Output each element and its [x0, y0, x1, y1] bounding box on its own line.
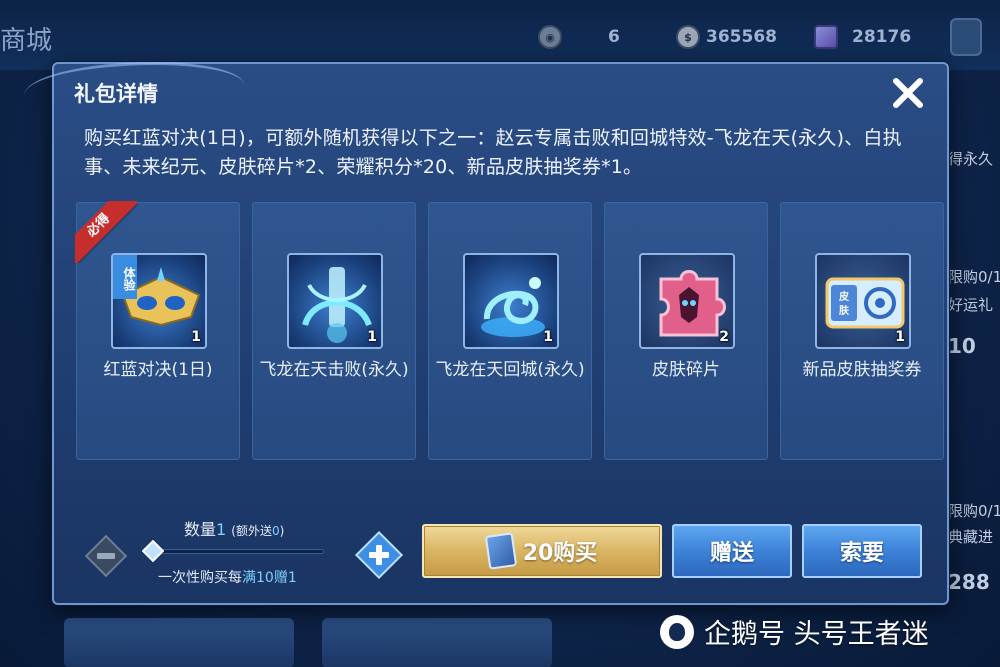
currency-diamond: 28176 — [814, 24, 911, 50]
reward-quantity: 1 — [367, 329, 377, 345]
gold-coin-icon: $ — [676, 25, 700, 49]
reward-quantity: 1 — [191, 329, 201, 345]
card-shortcut-button[interactable] — [950, 18, 982, 56]
buy-button[interactable]: 20购买 — [422, 524, 662, 578]
currency-token: ◉ 6 — [538, 24, 620, 50]
reward-quantity: 1 — [543, 329, 553, 345]
trial-tag: 体验 — [113, 255, 137, 299]
reward-list: 必得 体验 1 红蓝对决(1日) 1 飞龙在天击败(永久) 1 飞龙在天回城(永… — [75, 201, 944, 460]
watermark: 企鹅号 头号王者迷 — [660, 612, 929, 651]
reward-icon-frame: 1 — [287, 253, 383, 349]
reward-icon-frame: 1 — [463, 253, 559, 349]
buy-button-label: 20购买 — [522, 541, 598, 566]
reward-tile[interactable]: 皮 肤 1 新品皮肤抽奖券 — [780, 202, 944, 460]
currency-token-value: 6 — [608, 27, 620, 47]
store-title: 商城 — [0, 26, 53, 56]
currency-diamond-value: 28176 — [852, 27, 912, 47]
right-fragment: 得永久 — [948, 150, 994, 168]
extra-gift-note: (额外送0) — [231, 524, 285, 538]
svg-text:肤: 肤 — [839, 304, 850, 317]
reward-name: 飞龙在天回城(永久) — [435, 360, 585, 380]
currency-gold-value: 365568 — [706, 27, 777, 47]
reward-quantity: 2 — [719, 329, 729, 345]
quantity-slider-thumb[interactable] — [141, 539, 165, 563]
gift-button[interactable]: 赠送 — [672, 524, 792, 578]
close-icon — [893, 78, 923, 108]
right-fragment: 10 — [948, 334, 976, 358]
right-fragment: 限购0/1 — [948, 268, 1000, 286]
svg-text:皮: 皮 — [838, 290, 849, 303]
reward-name: 飞龙在天击败(永久) — [259, 360, 409, 380]
watermark-text: 企鹅号 头号王者迷 — [704, 619, 929, 650]
penguin-icon — [660, 614, 694, 649]
plus-icon — [354, 530, 404, 580]
background-store-tile[interactable] — [322, 618, 552, 667]
reward-name: 皮肤碎片 — [652, 360, 720, 380]
token-icon: ◉ — [538, 25, 562, 49]
reward-icon-frame: 皮 肤 1 — [815, 253, 911, 349]
reward-name: 红蓝对决(1日) — [103, 360, 213, 380]
decrease-quantity-button[interactable] — [84, 534, 128, 578]
slider-diamond-icon — [141, 539, 165, 563]
reward-tile[interactable]: 必得 体验 1 红蓝对决(1日) — [75, 201, 240, 460]
dialog-title: 礼包详情 — [74, 82, 158, 106]
reward-tile[interactable]: 1 飞龙在天回城(永久) — [428, 202, 592, 460]
right-fragment: 好运礼 — [948, 296, 994, 314]
bulk-bonus-note: 一次性购买每满10赠1 — [158, 570, 297, 586]
coupon-icon — [484, 532, 517, 570]
right-fragment: 限购0/1 — [948, 502, 1000, 520]
right-fragment: 典藏进 — [948, 528, 994, 546]
close-button[interactable] — [887, 72, 929, 114]
background-right-column: 得永久 限购0/1 好运礼 10 限购0/1 典藏进 288 — [948, 70, 1000, 630]
quantity-slider-track[interactable] — [154, 549, 324, 554]
currency-gold: $ 365568 — [676, 24, 777, 50]
reward-name: 新品皮肤抽奖券 — [802, 360, 922, 380]
quantity-value: 1 — [216, 520, 227, 539]
reward-quantity: 1 — [895, 329, 905, 345]
reward-tile[interactable]: 1 飞龙在天击败(永久) — [252, 202, 416, 460]
right-fragment: 288 — [948, 570, 990, 594]
reward-tile[interactable]: 2 皮肤碎片 — [604, 202, 768, 460]
reward-icon-frame: 体验 1 — [111, 253, 207, 349]
quantity-label: 数量1 (额外送0) — [184, 520, 285, 539]
minus-icon — [84, 534, 128, 578]
reward-icon-frame: 2 — [639, 253, 735, 349]
background-store-tile[interactable] — [64, 618, 294, 667]
ask-button[interactable]: 索要 — [802, 524, 922, 578]
pack-description: 购买红蓝对决(1日)，可额外随机获得以下之一：赵云专属击败和回城特效-飞龙在天(… — [84, 127, 902, 178]
gift-pack-detail-dialog: 礼包详情 购买红蓝对决(1日)，可额外随机获得以下之一：赵云专属击败和回城特效-… — [24, 62, 949, 605]
diamond-gem-icon — [814, 25, 838, 49]
increase-quantity-button[interactable] — [354, 530, 404, 580]
